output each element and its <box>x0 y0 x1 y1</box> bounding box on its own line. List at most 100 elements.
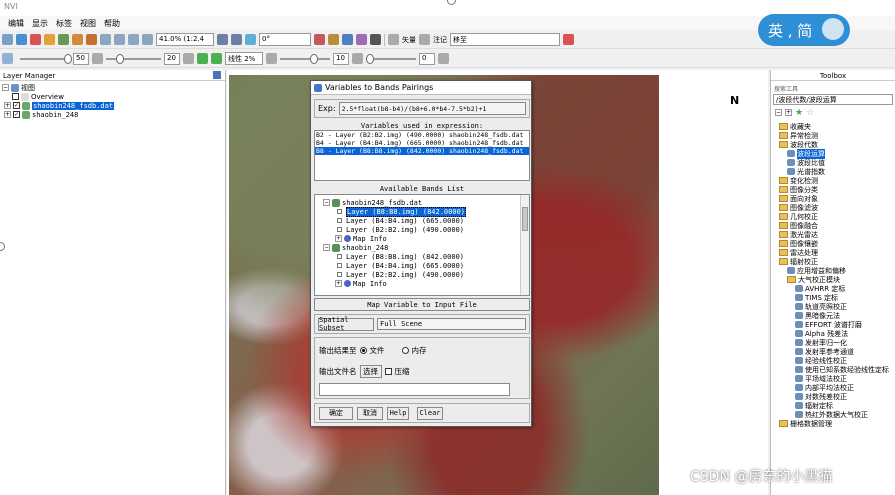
menu-view[interactable]: 视图 <box>80 18 96 28</box>
file-icon <box>332 198 340 207</box>
zoom-select[interactable]: 41.0% (1:2.4 <box>156 33 214 46</box>
shaobin-checkbox[interactable]: ✓ <box>13 111 20 118</box>
open-icon[interactable] <box>2 34 13 45</box>
band-tree-mapinfo[interactable]: + Map Info <box>323 234 529 243</box>
layer-overview[interactable]: Overview <box>2 92 223 101</box>
zoom-fixed-icon[interactable] <box>128 34 139 45</box>
annotation-select[interactable]: 移至 <box>450 33 560 46</box>
expand-icon: + <box>335 235 342 242</box>
band-tree-band[interactable]: Layer (B2:B2.img) (490.0000) <box>323 225 529 234</box>
crosshair-icon[interactable] <box>356 34 367 45</box>
measure-icon[interactable] <box>328 34 339 45</box>
ime-badge[interactable]: 英 , 简 <box>758 14 850 46</box>
reset-transparency-icon[interactable] <box>438 53 449 64</box>
fsdb-checkbox[interactable]: ✓ <box>13 102 20 109</box>
select-icon[interactable] <box>58 34 69 45</box>
dialog-buttons: 确定 取消 Help Clear <box>314 403 530 423</box>
brightness-value[interactable]: 50 <box>73 52 89 65</box>
rotation-select[interactable]: 0° <box>259 33 311 46</box>
stretch-custom-icon[interactable] <box>211 53 222 64</box>
cancel-button[interactable]: 取消 <box>357 406 383 420</box>
band-tree-band[interactable]: Layer (B8:B8.img) (842.0000) <box>323 252 529 261</box>
north-icon[interactable] <box>245 34 256 45</box>
refresh-stretch-icon[interactable] <box>266 53 277 64</box>
available-bands-title: Available Bands List <box>379 185 465 193</box>
remove-favorite-icon[interactable]: ☆ <box>806 109 814 118</box>
vector-label[interactable]: 矢量 <box>402 35 416 45</box>
help-button[interactable]: Help <box>387 406 409 420</box>
sharpen-value[interactable]: 10 <box>333 52 349 65</box>
compress-checkbox[interactable] <box>384 368 392 375</box>
contrast-value[interactable]: 20 <box>164 52 180 65</box>
spatial-subset-button[interactable]: Spatial Subset <box>318 316 374 332</box>
menu-help[interactable]: 帮助 <box>104 18 120 28</box>
reset-icon[interactable] <box>92 53 103 64</box>
tree-root[interactable]: − 视图 <box>2 83 223 92</box>
refresh-icon[interactable] <box>314 34 325 45</box>
bands-scrollbar[interactable] <box>520 195 529 295</box>
rotate-right-icon[interactable] <box>231 34 242 45</box>
zoom-in-icon[interactable] <box>100 34 111 45</box>
grid-icon[interactable] <box>342 34 353 45</box>
brightness-slider[interactable] <box>20 53 72 64</box>
expand-all-icon[interactable]: + <box>785 109 792 116</box>
pan-icon[interactable] <box>72 34 83 45</box>
variable-item-selected[interactable]: B8 - Layer (B8:B8.img) (842.0000) shaobi… <box>315 147 529 155</box>
output-filename-input[interactable] <box>319 383 510 396</box>
tool-icon <box>795 294 803 301</box>
collapse-all-icon[interactable]: − <box>775 109 782 116</box>
toolbox-actions: − + ★ ☆ <box>771 106 895 120</box>
toolbox-item[interactable]: 对数残差校正 <box>779 392 895 401</box>
transparency-slider[interactable] <box>366 53 416 64</box>
annotation-label[interactable]: 注记 <box>433 35 447 45</box>
scrollbar-thumb[interactable] <box>522 207 528 231</box>
menu-display[interactable]: 显示 <box>32 18 48 28</box>
delete-icon[interactable] <box>563 34 574 45</box>
portal-icon[interactable] <box>370 34 381 45</box>
layer-shaobin[interactable]: + ✓ shaobin_248 <box>2 110 223 119</box>
stretch-icon[interactable] <box>197 53 208 64</box>
layer-fsdb[interactable]: + ✓ shaobin248_fsdb.dat <box>2 101 223 110</box>
data-manager-icon[interactable] <box>16 34 27 45</box>
variable-item[interactable]: B4 - Layer (B4:B4.img) (665.0000) shaobi… <box>315 139 529 147</box>
band-icon <box>337 218 342 223</box>
add-favorite-icon[interactable]: ★ <box>795 109 803 118</box>
toolbox-search-input[interactable]: /波段代数/波段运算 <box>773 94 893 105</box>
band-tree-band[interactable]: Layer (B2:B2.img) (490.0000) <box>323 270 529 279</box>
output-memory-radio[interactable] <box>401 347 409 354</box>
zoom-full-icon[interactable] <box>142 34 153 45</box>
ok-button[interactable]: 确定 <box>319 406 353 420</box>
band-tree-mapinfo[interactable]: + Map Info <box>323 279 529 288</box>
menu-label[interactable]: 标签 <box>56 18 72 28</box>
vector-icon[interactable] <box>388 34 399 45</box>
available-bands-list[interactable]: − shaobin248_fsdb.dat Layer (B8:B8.img) (8… <box>314 194 530 296</box>
annotation-icon[interactable] <box>419 34 430 45</box>
fly-icon[interactable] <box>86 34 97 45</box>
band-tree-band[interactable]: Layer (B4:B4.img) (665.0000) <box>323 216 529 225</box>
choose-button[interactable]: 选择 <box>359 365 382 378</box>
cursor-value-icon[interactable] <box>44 34 55 45</box>
band-tree-file[interactable]: − shaobin_248 <box>323 243 529 252</box>
zoom-out-icon[interactable] <box>114 34 125 45</box>
rotate-left-icon[interactable] <box>217 34 228 45</box>
menu-edit[interactable]: 编辑 <box>8 18 24 28</box>
transparency-value[interactable]: 0 <box>419 52 435 65</box>
reset-sharpen-icon[interactable] <box>352 53 363 64</box>
variables-list[interactable]: B2 - Layer (B2:B2.img) (490.0000) shaobi… <box>314 130 530 181</box>
clear-button[interactable]: Clear <box>417 406 443 420</box>
band-tree-band[interactable]: Layer (B8:B8.img) (842.0000) <box>323 206 529 217</box>
panel-pin-icon[interactable] <box>213 71 221 79</box>
variable-item[interactable]: B2 - Layer (B2:B2.img) (490.0000) shaobi… <box>315 131 529 139</box>
contrast-slider[interactable] <box>106 53 161 64</box>
pin-icon[interactable] <box>30 34 41 45</box>
toolbox-item[interactable]: 栅格数据管理 <box>779 419 895 428</box>
watermark: CSDN @房东的小黑猫 <box>690 469 833 485</box>
reset-contrast-icon[interactable] <box>183 53 194 64</box>
expression-field[interactable]: 2.5*float(b8-b4)/(b8+6.0*b4-7.5*b2)+1 <box>338 102 526 115</box>
output-file-radio[interactable] <box>359 347 367 354</box>
overview-checkbox[interactable] <box>12 93 19 100</box>
map-variable-button[interactable]: Map Variable to Input File <box>314 298 530 311</box>
band-tree-band[interactable]: Layer (B4:B4.img) (665.0000) <box>323 261 529 270</box>
stretch-select[interactable]: 线性 2% <box>225 52 263 65</box>
sharpen-slider[interactable] <box>280 53 330 64</box>
